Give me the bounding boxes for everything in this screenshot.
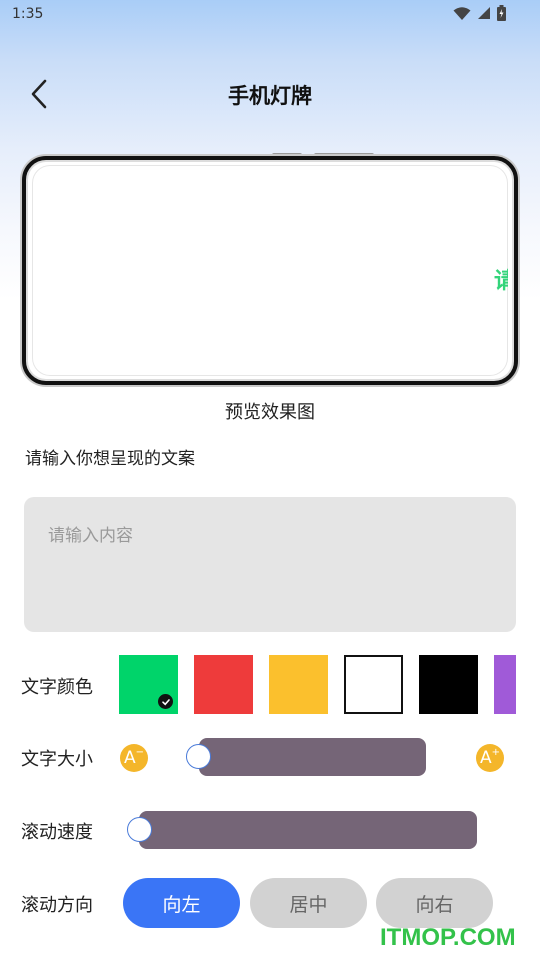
direction-right-button[interactable]: 向右	[376, 878, 493, 928]
scroll-speed-slider-thumb[interactable]	[127, 817, 152, 842]
direction-left-button[interactable]: 向左	[123, 878, 240, 928]
color-swatch-yellow[interactable]	[269, 655, 328, 714]
preview-screen: 请	[32, 165, 508, 376]
input-label: 请输入你想呈现的文案	[25, 449, 195, 469]
preview-caption: 预览效果图	[225, 402, 315, 423]
color-swatch-purple[interactable]	[494, 655, 516, 714]
check-icon	[158, 694, 173, 709]
color-swatch-green[interactable]	[119, 655, 178, 714]
status-time: 1:35	[12, 6, 44, 22]
scroll-speed-slider[interactable]	[139, 811, 477, 849]
page-title: 手机灯牌	[228, 84, 312, 108]
font-decrease-icon[interactable]: A −	[120, 744, 148, 772]
watermark: ITMOP.COM	[380, 924, 516, 951]
text-size-slider-thumb[interactable]	[186, 744, 211, 769]
scroll-direction-label: 滚动方向	[21, 895, 93, 916]
signal-icon	[478, 7, 490, 19]
color-swatch-red[interactable]	[194, 655, 253, 714]
color-swatch-white[interactable]	[344, 655, 403, 714]
direction-center-button[interactable]: 居中	[250, 878, 367, 928]
text-size-slider[interactable]	[199, 738, 426, 776]
text-input[interactable]	[24, 497, 516, 632]
marquee-text: 请	[494, 269, 508, 294]
phone-preview: 请	[22, 156, 518, 385]
text-color-label: 文字颜色	[21, 677, 93, 698]
color-swatch-black[interactable]	[419, 655, 478, 714]
wifi-icon	[453, 6, 471, 20]
status-icons	[453, 5, 506, 21]
font-increase-icon[interactable]: A +	[476, 744, 504, 772]
battery-icon	[497, 5, 506, 21]
scroll-speed-label: 滚动速度	[21, 822, 93, 843]
text-size-label: 文字大小	[21, 749, 93, 770]
